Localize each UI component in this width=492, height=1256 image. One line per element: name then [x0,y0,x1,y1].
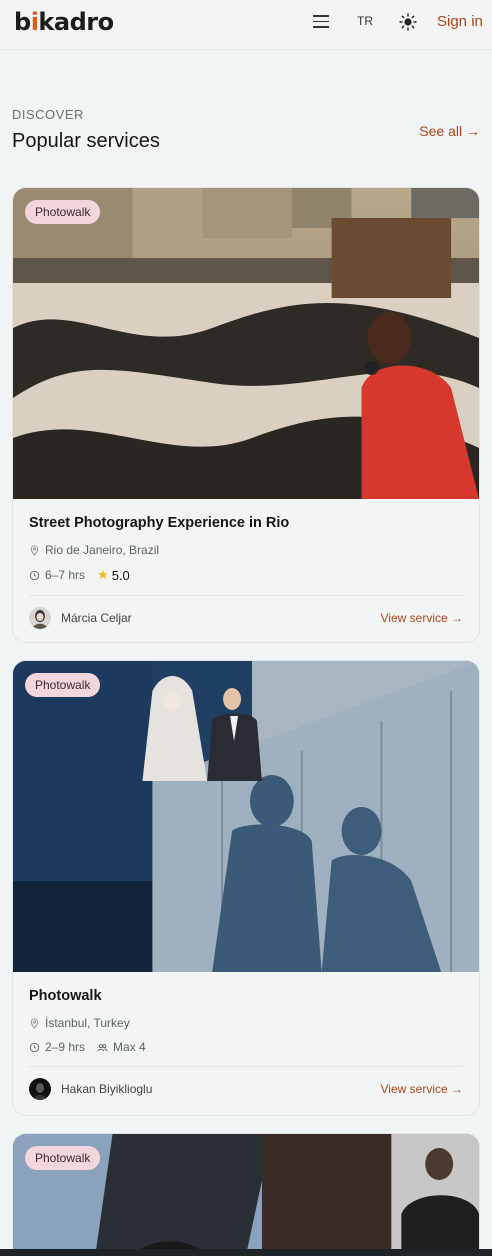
service-photo[interactable]: Photowalk [13,188,479,499]
view-service-link[interactable]: View service → [381,611,463,625]
details-row: 2–9 hrs Max 4 [29,1040,463,1054]
section-eyebrow: DISCOVER [12,107,84,122]
service-title[interactable]: Street Photography Experience in Rio [29,515,463,531]
service-card[interactable]: Photowalk Street Photography Experience … [12,187,480,643]
card-footer: Hakan Biyiklioglu View service → [29,1067,463,1111]
rating-value: 5.0 [111,567,130,583]
top-header: bikadro TR Sign in [0,0,492,50]
location-pin-icon [30,544,39,556]
details-row: 6–7 hrs ★ 5.0 [29,567,463,583]
service-card[interactable]: Photowalk Photowalk İstanbul, Turkey 2–9… [12,660,480,1116]
language-toggle[interactable]: TR [357,14,373,28]
avatar[interactable] [29,1078,51,1100]
location-row: İstanbul, Turkey [29,1016,463,1030]
service-photo[interactable]: Photowalk [13,1134,479,1256]
service-photo[interactable]: Photowalk [13,661,479,972]
star-icon: ★ [97,567,109,582]
location-row: Rio de Janeiro, Brazil [29,543,463,557]
view-service-link[interactable]: View service → [381,1082,463,1096]
service-title[interactable]: Photowalk [29,988,463,1004]
host-name[interactable]: Hakan Biyiklioglu [61,1082,152,1096]
signin-link[interactable]: Sign in [437,13,483,30]
hamburger-icon[interactable] [313,15,329,29]
avatar[interactable] [29,607,51,629]
duration-text: 2–9 hrs [45,1040,86,1054]
location-pin-icon [30,1017,39,1029]
clock-icon [29,570,40,580]
location-text: Rio de Janeiro, Brazil [45,543,160,557]
service-card[interactable]: Photowalk [12,1133,480,1256]
clock-icon [29,1042,40,1052]
category-tag: Photowalk [25,673,101,697]
logo[interactable]: bikadro [14,8,114,36]
location-text: İstanbul, Turkey [45,1016,130,1030]
sun-icon[interactable] [399,13,417,31]
group-size: Max 4 [97,1040,146,1054]
card-footer: Márcia Celjar View service → [29,596,463,640]
bottom-bar [0,1249,492,1256]
host-name[interactable]: Márcia Celjar [61,611,132,625]
group-size-text: Max 4 [113,1040,146,1054]
category-tag: Photowalk [25,1146,101,1170]
rating: ★ 5.0 [97,567,130,583]
users-icon [97,1043,108,1051]
see-all-link[interactable]: See all → [419,123,480,139]
duration-text: 6–7 hrs [45,568,86,582]
section-title: Popular services [12,130,160,152]
category-tag: Photowalk [25,200,101,224]
